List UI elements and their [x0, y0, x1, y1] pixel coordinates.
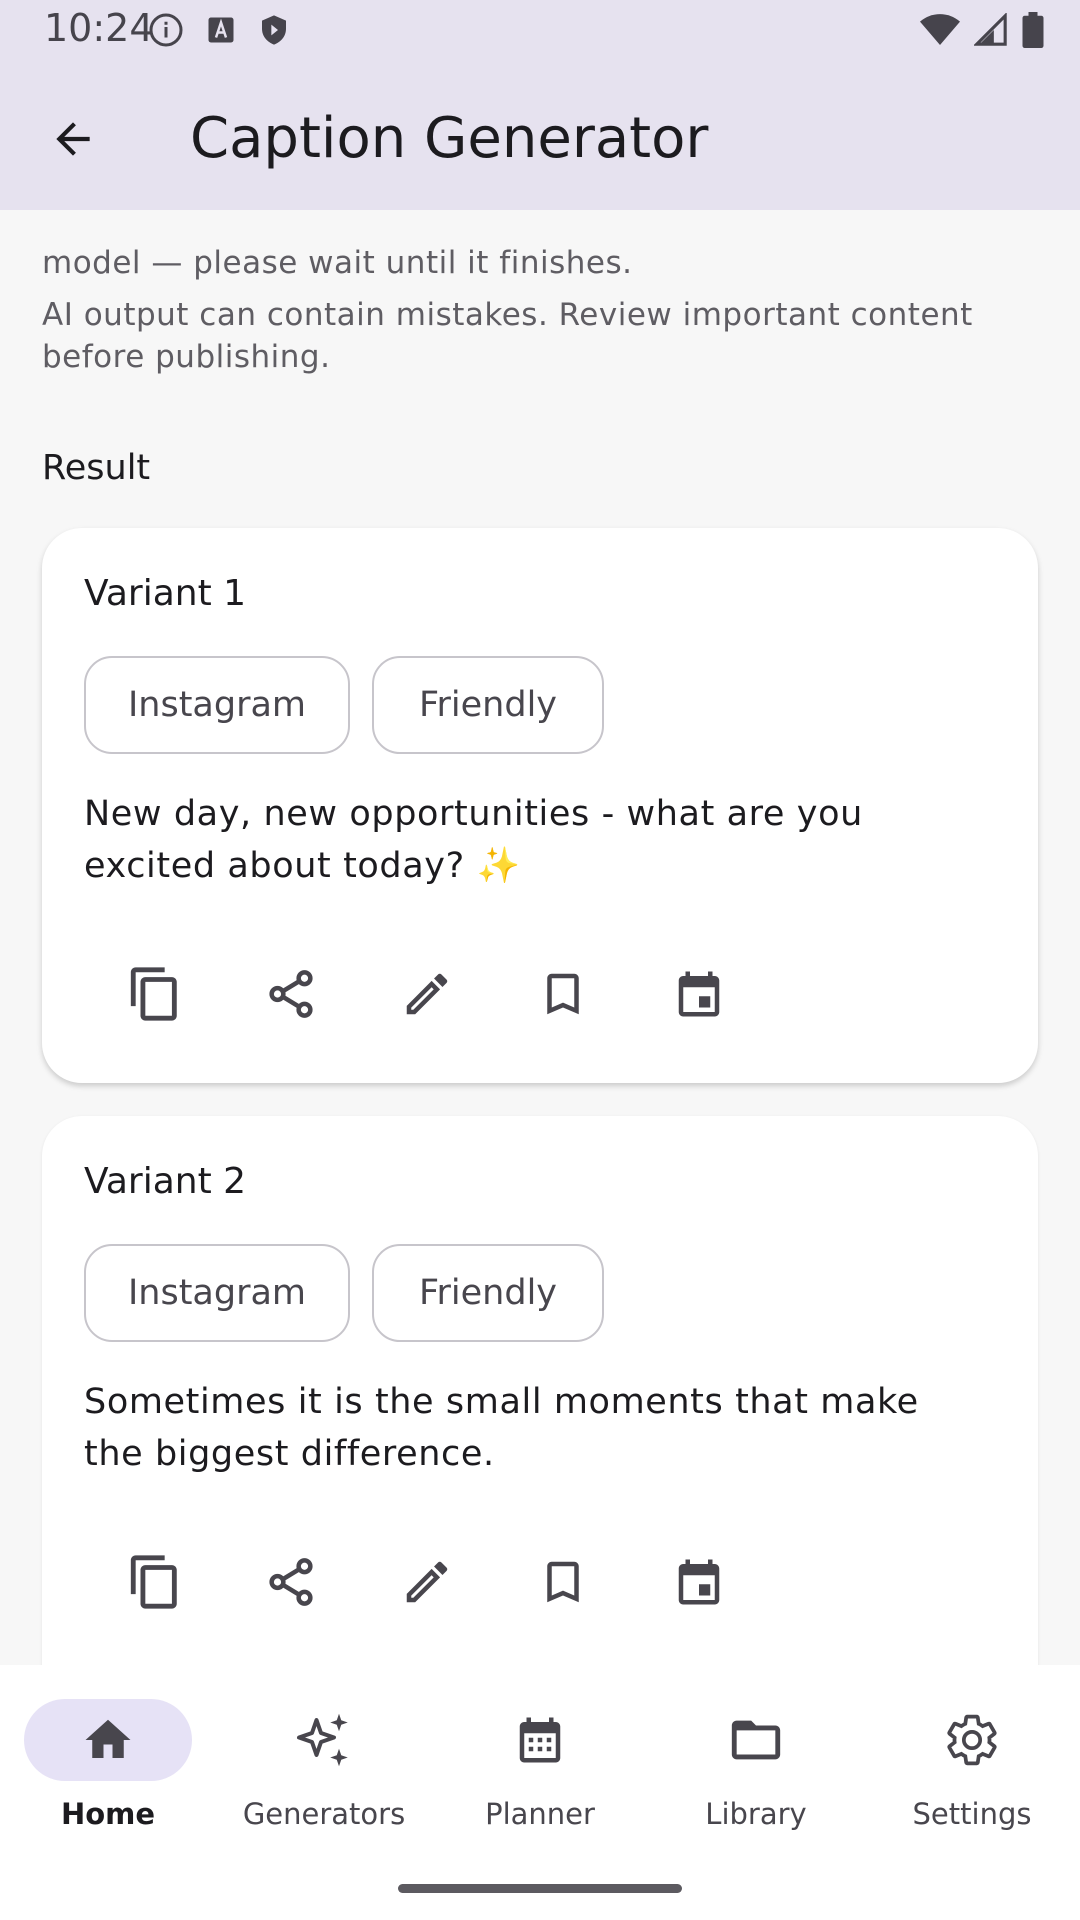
- caption-text: Sometimes it is the small moments that m…: [84, 1382, 919, 1474]
- variant-title: Variant 1: [84, 573, 247, 614]
- edit-icon: [406, 1561, 448, 1603]
- cell-signal-icon: [974, 13, 1007, 46]
- progress-note: model — please wait until it finishes.: [42, 245, 633, 281]
- battery-icon: [1022, 12, 1044, 48]
- edit-icon: [406, 973, 448, 1015]
- platform-chip[interactable]: Instagram: [84, 1244, 350, 1342]
- app-bar: Caption Generator: [0, 66, 1080, 210]
- wifi-icon: [920, 14, 960, 45]
- nav-label: Planner: [485, 1797, 595, 1831]
- home-indicator[interactable]: [398, 1884, 682, 1893]
- edit-button[interactable]: [376, 943, 478, 1045]
- arrow-back-icon: [56, 122, 90, 156]
- share-button[interactable]: [240, 1531, 342, 1633]
- chip-row: Instagram Friendly: [84, 1244, 604, 1342]
- schedule-button[interactable]: [648, 943, 750, 1045]
- bookmark-button[interactable]: [512, 943, 614, 1045]
- calendar-icon: [678, 971, 720, 1017]
- nav-item-settings[interactable]: Settings: [864, 1699, 1080, 1831]
- platform-chip[interactable]: Instagram: [84, 656, 350, 754]
- bookmark-icon: [547, 973, 579, 1015]
- nav-item-planner[interactable]: Planner: [432, 1699, 648, 1831]
- sparkles-icon: [297, 1713, 348, 1767]
- nav-item-library[interactable]: Library: [648, 1699, 864, 1831]
- copy-icon: [130, 967, 177, 1021]
- variant-card: Variant 1 Instagram Friendly New day, ne…: [42, 528, 1038, 1083]
- edit-button[interactable]: [376, 1531, 478, 1633]
- shield-icon: [262, 15, 286, 45]
- share-button[interactable]: [240, 943, 342, 1045]
- copy-icon: [130, 1555, 177, 1609]
- ai-disclaimer: AI output can contain mistakes. Review i…: [42, 297, 973, 375]
- variant-title: Variant 2: [84, 1161, 247, 1202]
- share-icon: [269, 970, 313, 1018]
- back-button[interactable]: [38, 104, 108, 174]
- nav-indicator: [456, 1699, 624, 1781]
- gear-icon: [947, 1714, 997, 1766]
- home-icon: [85, 1719, 131, 1758]
- keyboard-a-icon: [208, 17, 234, 43]
- copy-button[interactable]: [104, 943, 206, 1045]
- chip-row: Instagram Friendly: [84, 656, 604, 754]
- calendar-icon: [519, 1717, 561, 1763]
- tone-chip[interactable]: Friendly: [372, 656, 604, 754]
- folder-icon: [731, 1720, 781, 1760]
- bottom-navigation: Home Generators Planner Library Settings: [0, 1665, 1080, 1920]
- nav-label: Settings: [912, 1797, 1032, 1831]
- copy-button[interactable]: [104, 1531, 206, 1633]
- info-icon: [149, 13, 183, 47]
- action-row: [104, 1531, 750, 1633]
- nav-item-generators[interactable]: Generators: [216, 1699, 432, 1831]
- caption-text: New day, new opportunities - what are yo…: [84, 794, 863, 886]
- bookmark-icon: [547, 1561, 579, 1603]
- status-icons-left: [148, 12, 290, 48]
- variant-card: Variant 2 Instagram Friendly Sometimes i…: [42, 1116, 1038, 1665]
- nav-indicator: [240, 1699, 408, 1781]
- share-icon: [269, 1558, 313, 1606]
- schedule-button[interactable]: [648, 1531, 750, 1633]
- result-heading: Result: [42, 448, 151, 488]
- nav-indicator: [672, 1699, 840, 1781]
- tone-chip[interactable]: Friendly: [372, 1244, 604, 1342]
- nav-label: Library: [705, 1797, 807, 1831]
- bookmark-button[interactable]: [512, 1531, 614, 1633]
- nav-label: Home: [60, 1797, 156, 1831]
- main-content[interactable]: model — please wait until it finishes. A…: [0, 210, 1080, 1665]
- nav-item-home[interactable]: Home: [0, 1699, 216, 1831]
- nav-indicator: [888, 1699, 1056, 1781]
- status-time: 10:24: [44, 6, 154, 50]
- nav-label: Generators: [242, 1797, 406, 1831]
- action-row: [104, 943, 750, 1045]
- nav-indicator: [24, 1699, 192, 1781]
- status-bar: 10:24: [0, 0, 1080, 66]
- calendar-icon: [678, 1559, 720, 1605]
- status-icons-right: [920, 12, 1044, 48]
- page-title: Caption Generator: [190, 106, 709, 171]
